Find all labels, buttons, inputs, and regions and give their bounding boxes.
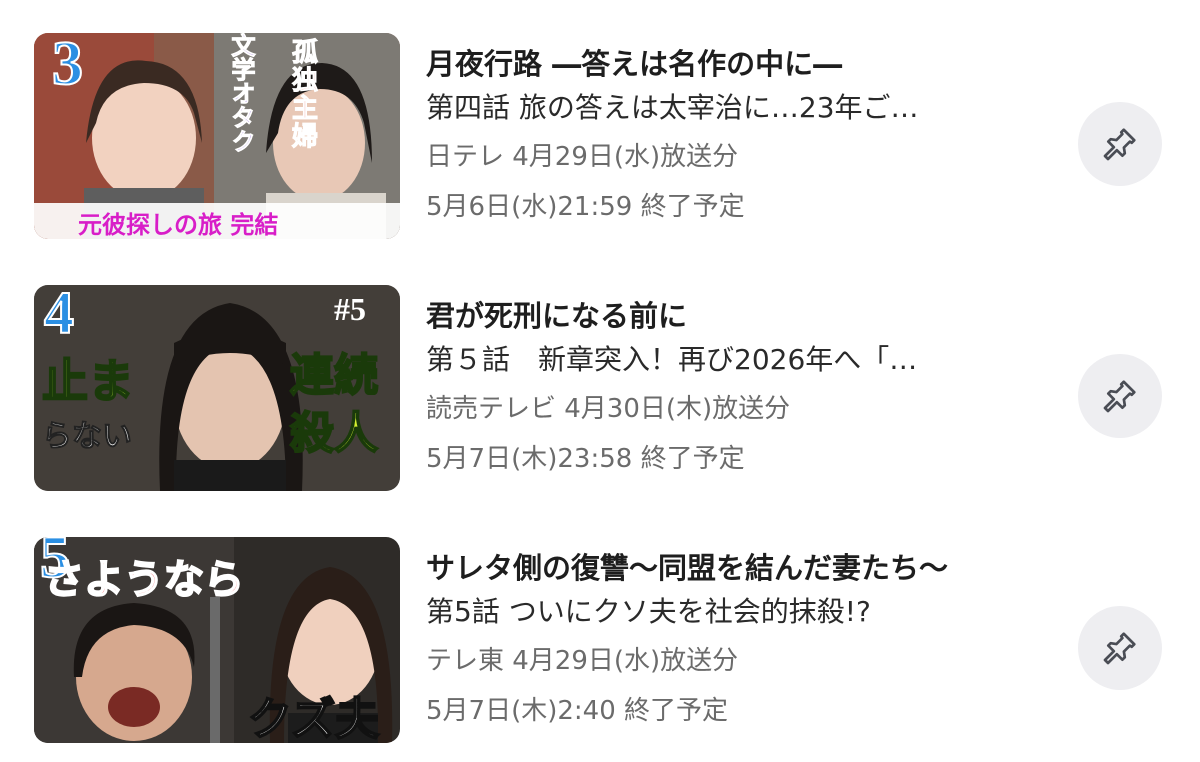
thumbnail-caption: 元彼探しの旅 完結 bbox=[78, 211, 279, 239]
ranking-list: 3 孤独主婦 文学オタク 元彼探しの旅 完結 月夜行路 ―答えは名作の中に― 第… bbox=[0, 0, 1200, 762]
thumbnail-caption: 孤独主婦 bbox=[292, 38, 319, 152]
pin-button[interactable] bbox=[1078, 102, 1162, 186]
broadcast-info: 読売テレビ 4月30日(木)放送分 bbox=[426, 394, 791, 424]
thumbnail-caption: #5 bbox=[334, 291, 366, 327]
program-title[interactable]: サレタ側の復讐～同盟を結んだ妻たち～ bbox=[426, 548, 1066, 588]
list-item[interactable]: 3 孤独主婦 文学オタク 元彼探しの旅 完結 月夜行路 ―答えは名作の中に― 第… bbox=[0, 30, 1200, 240]
broadcast-info: 日テレ 4月29日(水)放送分 bbox=[426, 142, 739, 172]
list-item[interactable]: 4 止ま らない #5 連続 殺人 君が死刑になる前に 第５話 新章突入！再び2… bbox=[0, 282, 1200, 492]
episode-title: 第5話 ついにクソ夫を社会的抹殺!? bbox=[426, 595, 871, 628]
item-info: 月夜行路 ―答えは名作の中に― 第四話 旅の答えは太宰治に…23年ご… 日テレ … bbox=[426, 30, 1066, 232]
list-item[interactable]: 5 さようなら クズ夫 サレタ側の復讐～同盟を結んだ妻たち～ 第5話 ついにクソ… bbox=[0, 534, 1200, 744]
episode-title: 第５話 新章突入！再び2026年へ「… bbox=[426, 343, 918, 376]
thumbnail[interactable]: 3 孤独主婦 文学オタク 元彼探しの旅 完結 bbox=[34, 33, 400, 239]
pushpin-icon bbox=[1103, 380, 1136, 413]
episode-title: 第四話 旅の答えは太宰治に…23年ご… bbox=[426, 91, 919, 124]
pin-button[interactable] bbox=[1078, 354, 1162, 438]
broadcast-info: テレ東 4月29日(水)放送分 bbox=[426, 646, 739, 676]
thumbnail-caption: 止ま bbox=[41, 353, 135, 409]
end-date: 5月7日(木)2:40 終了予定 bbox=[426, 696, 729, 726]
thumbnail-caption: 殺人 bbox=[289, 407, 379, 460]
pushpin-icon bbox=[1103, 632, 1136, 665]
item-info: 君が死刑になる前に 第５話 新章突入！再び2026年へ「… 読売テレビ 4月30… bbox=[426, 282, 1066, 484]
thumbnail-caption: さようなら bbox=[43, 556, 245, 604]
thumbnail-caption: クズ夫 bbox=[247, 693, 380, 743]
thumbnail-caption: 文学オタク bbox=[227, 33, 256, 154]
item-info: サレタ側の復讐～同盟を結んだ妻たち～ 第5話 ついにクソ夫を社会的抹殺!? テレ… bbox=[426, 534, 1066, 736]
end-date: 5月7日(木)23:58 終了予定 bbox=[426, 444, 745, 474]
thumbnail-caption: 連続 bbox=[289, 349, 379, 402]
program-title[interactable]: 君が死刑になる前に bbox=[426, 296, 1066, 336]
rank-number: 3 bbox=[51, 33, 84, 99]
program-title[interactable]: 月夜行路 ―答えは名作の中に― bbox=[426, 44, 1066, 84]
rank-number: 4 bbox=[43, 285, 75, 347]
thumbnail-caption: らない bbox=[42, 419, 133, 455]
end-date: 5月6日(水)21:59 終了予定 bbox=[426, 192, 745, 222]
thumbnail[interactable]: 5 さようなら クズ夫 bbox=[34, 537, 400, 743]
thumbnail[interactable]: 4 止ま らない #5 連続 殺人 bbox=[34, 285, 400, 491]
pushpin-icon bbox=[1103, 128, 1136, 161]
pin-button[interactable] bbox=[1078, 606, 1162, 690]
